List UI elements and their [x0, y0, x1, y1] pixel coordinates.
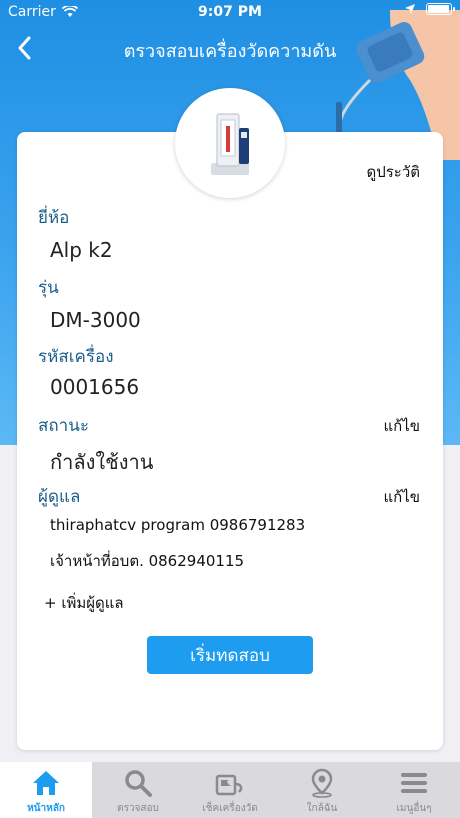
caretaker-item: thiraphatcv program 0986791283 — [50, 516, 306, 534]
search-icon — [125, 770, 152, 797]
location-pin-icon — [311, 768, 333, 798]
model-label: รุ่น — [38, 278, 59, 298]
status-value: กำลังใช้งาน — [50, 450, 154, 474]
add-caretaker-button[interactable]: + เพิ่มผู้ดูแล — [44, 591, 124, 615]
model-value: DM-3000 — [50, 308, 141, 332]
location-arrow-icon — [405, 4, 415, 14]
status-label: สถานะ — [38, 416, 89, 436]
tab-label: ใกล้ฉัน — [306, 803, 338, 814]
caretakers-label: ผู้ดูแล — [38, 487, 81, 507]
blood-pressure-monitor-icon — [211, 113, 249, 175]
navigation-bar: ตรวจสอบเครื่องวัดความดัน — [0, 28, 460, 68]
status-bar: Carrier 9:07 PM — [0, 0, 460, 24]
caretaker-item: เจ้าหน้าที่อบต. 0862940115 — [50, 552, 245, 570]
home-icon — [33, 771, 59, 795]
tab-nearby[interactable]: ใกล้ฉัน — [276, 762, 368, 818]
serial-value: 0001656 — [50, 375, 140, 399]
start-test-button[interactable]: เริ่มทดสอบ — [147, 636, 313, 674]
tab-more-menu[interactable]: เมนูอื่นๆ — [368, 762, 460, 818]
clock: 9:07 PM — [198, 4, 262, 20]
tab-home[interactable]: หน้าหลัก — [0, 762, 92, 818]
device-image — [175, 88, 285, 198]
edit-status-button[interactable]: แก้ไข — [383, 414, 420, 438]
tab-check-device[interactable]: เช็คเครื่องวัด — [184, 762, 276, 818]
device-check-icon — [215, 774, 243, 796]
brand-value: Alp k2 — [50, 238, 113, 262]
tab-label: เช็คเครื่องวัด — [202, 803, 258, 814]
tab-label: ตรวจสอบ — [117, 803, 159, 814]
tab-inspect[interactable]: ตรวจสอบ — [92, 762, 184, 818]
battery-icon — [426, 3, 455, 15]
serial-label: รหัสเครื่อง — [38, 347, 114, 367]
status-right — [404, 3, 455, 15]
brand-label: ยี่ห้อ — [38, 208, 70, 228]
tab-label: หน้าหลัก — [27, 803, 65, 814]
menu-icon — [401, 773, 427, 793]
view-history-link[interactable]: ดูประวัติ — [366, 160, 420, 184]
edit-caretakers-button[interactable]: แก้ไข — [383, 485, 420, 509]
tab-bar: หน้าหลัก ตรวจสอบ เช็คเครื่องวัด ใกล้ฉัน — [0, 762, 460, 818]
page-title: ตรวจสอบเครื่องวัดความดัน — [123, 41, 337, 62]
tab-label: เมนูอื่นๆ — [396, 803, 432, 814]
